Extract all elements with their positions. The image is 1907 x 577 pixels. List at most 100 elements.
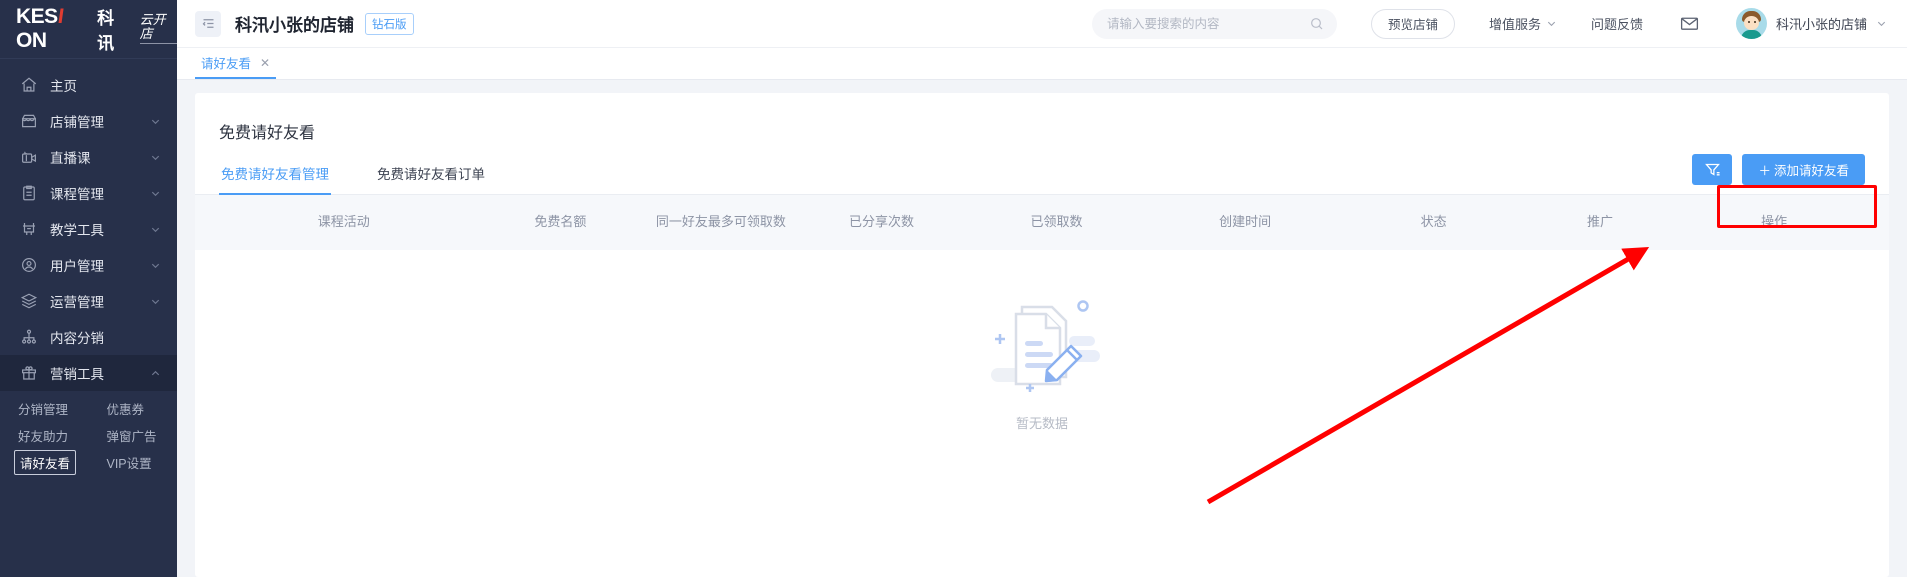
sidebar-item-teaching-tools[interactable]: 教学工具 bbox=[0, 211, 177, 247]
column-header-promotion[interactable]: 推广 bbox=[1517, 213, 1683, 232]
sidebar-item-label: 运营管理 bbox=[50, 295, 104, 310]
add-button-prefix: ＋ bbox=[1758, 164, 1771, 178]
user-menu[interactable]: 科汛小张的店铺 bbox=[1735, 8, 1887, 39]
sidebar-item-label: 主页 bbox=[50, 79, 77, 94]
app-root: KESION 科讯 云开店 主页 店铺管理 直播课 课程管理 教学工具 用户管理… bbox=[0, 0, 1907, 577]
search-icon[interactable] bbox=[1309, 16, 1325, 32]
column-header-free-quota[interactable]: 免费名额 bbox=[469, 213, 653, 232]
add-button-label: 添加请好友看 bbox=[1773, 164, 1849, 178]
content-area: 免费请好友看 免费请好友看管理 免费请好友看订单 ＋添加请好友看 课程活动 免费… bbox=[177, 80, 1907, 577]
column-header-operation[interactable]: 操作 bbox=[1683, 213, 1865, 232]
chevron-down-icon bbox=[149, 223, 161, 235]
sidebar-subitem-distribution-management[interactable]: 分销管理 bbox=[0, 395, 89, 422]
empty-state: 暂无数据 bbox=[195, 280, 1889, 432]
mail-icon[interactable] bbox=[1679, 13, 1700, 34]
feedback-label: 问题反馈 bbox=[1590, 17, 1643, 32]
page-tab-invite-friend-view[interactable]: 请好友看 ✕ bbox=[195, 48, 277, 79]
column-header-max-claim-per-friend[interactable]: 同一好友最多可领取数 bbox=[652, 213, 789, 232]
sidebar-item-marketing-tools[interactable]: 营销工具 bbox=[0, 355, 177, 391]
sidebar-item-user-management[interactable]: 用户管理 bbox=[0, 247, 177, 283]
sidebar-item-label: 直播课 bbox=[50, 151, 91, 166]
avatar bbox=[1735, 8, 1767, 39]
column-header-shared-count[interactable]: 已分享次数 bbox=[790, 213, 974, 232]
chevron-down-icon bbox=[1876, 18, 1887, 29]
column-header-status[interactable]: 状态 bbox=[1351, 213, 1517, 232]
value-added-service-menu[interactable]: 增值服务 bbox=[1489, 14, 1557, 33]
card-title: 免费请好友看 bbox=[219, 125, 316, 142]
column-header-course-activity[interactable]: 课程活动 bbox=[219, 213, 469, 232]
clipboard-icon bbox=[20, 184, 38, 202]
chevron-down-icon bbox=[149, 295, 161, 307]
sidebar-item-label: 教学工具 bbox=[50, 223, 104, 238]
tab-actions: ＋添加请好友看 bbox=[1692, 154, 1865, 185]
tab-manage[interactable]: 免费请好友看管理 bbox=[219, 163, 331, 195]
brand-logo-script: 云开店 bbox=[139, 13, 177, 45]
sidebar-item-label: 店铺管理 bbox=[50, 115, 104, 130]
chevron-down-icon bbox=[1546, 18, 1557, 29]
empty-state-text: 暂无数据 bbox=[1015, 416, 1068, 431]
sidebar-subitem-label: 弹窗广告 bbox=[106, 430, 157, 444]
brand-logo-cn: 科讯 bbox=[97, 9, 115, 53]
store-icon bbox=[20, 112, 38, 130]
column-header-claimed-count[interactable]: 已领取数 bbox=[973, 213, 1139, 232]
sidebar-subitem-vip-settings[interactable]: VIP设置 bbox=[89, 449, 178, 476]
live-video-icon bbox=[20, 148, 38, 166]
sidebar-item-home[interactable]: 主页 bbox=[0, 67, 177, 103]
main-column: 科汛小张的店铺 钻石版 预览店铺 增值服务 问题反馈 bbox=[177, 0, 1907, 577]
chevron-up-icon bbox=[149, 367, 161, 379]
feedback-link[interactable]: 问题反馈 bbox=[1591, 14, 1643, 33]
brand-logo[interactable]: KESION 科讯 云开店 bbox=[0, 0, 177, 59]
sidebar-subitem-label: 好友助力 bbox=[18, 430, 69, 444]
sidebar-subitem-label: 分销管理 bbox=[18, 403, 69, 417]
table-header: 课程活动 免费名额 同一好友最多可领取数 已分享次数 已领取数 创建时间 状态 … bbox=[195, 195, 1889, 250]
sidebar-subitem-popup-ad[interactable]: 弹窗广告 bbox=[89, 422, 178, 449]
topbar: 科汛小张的店铺 钻石版 预览店铺 增值服务 问题反馈 bbox=[177, 0, 1907, 48]
sidebar-item-live-class[interactable]: 直播课 bbox=[0, 139, 177, 175]
close-icon[interactable]: ✕ bbox=[260, 57, 270, 69]
sidebar-subitem-label: VIP设置 bbox=[106, 457, 152, 471]
chevron-down-icon bbox=[149, 115, 161, 127]
add-invite-friend-button[interactable]: ＋添加请好友看 bbox=[1742, 154, 1865, 185]
brand-logo-text: KESION bbox=[16, 5, 65, 52]
sidebar-subitem-label: 优惠券 bbox=[106, 403, 145, 417]
status-badge[interactable]: 钻石版 bbox=[365, 12, 414, 35]
search-box[interactable] bbox=[1091, 8, 1337, 39]
page-tab-strip: 请好友看 ✕ bbox=[177, 48, 1907, 80]
sidebar-nav: 主页 店铺管理 直播课 课程管理 教学工具 用户管理 运营管理 内容分销 营销工… bbox=[0, 59, 177, 482]
sidebar: KESION 科讯 云开店 主页 店铺管理 直播课 课程管理 教学工具 用户管理… bbox=[0, 0, 177, 577]
sidebar-subitem-invite-friend-view[interactable]: 请好友看 bbox=[0, 449, 89, 476]
user-name-label: 科汛小张的店铺 bbox=[1775, 17, 1867, 32]
content-card: 免费请好友看 免费请好友看管理 免费请好友看订单 ＋添加请好友看 课程活动 免费… bbox=[195, 93, 1889, 577]
gift-icon bbox=[20, 364, 38, 382]
page-title: 科汛小张的店铺 bbox=[235, 16, 354, 35]
preview-shop-button[interactable]: 预览店铺 bbox=[1370, 8, 1455, 39]
sidebar-subitem-friend-assist[interactable]: 好友助力 bbox=[0, 422, 89, 449]
content-tabs: 免费请好友看管理 免费请好友看订单 ＋添加请好友看 bbox=[195, 154, 1889, 195]
table-body: 暂无数据 bbox=[195, 250, 1889, 450]
column-header-create-time[interactable]: 创建时间 bbox=[1140, 213, 1351, 232]
sidebar-item-content-distribution[interactable]: 内容分销 bbox=[0, 319, 177, 355]
chevron-down-icon bbox=[149, 259, 161, 271]
chevron-down-icon bbox=[149, 151, 161, 163]
page-tab-label: 请好友看 bbox=[201, 57, 252, 71]
sidebar-item-label: 用户管理 bbox=[50, 259, 104, 274]
filter-icon[interactable] bbox=[1692, 154, 1733, 185]
layers-icon bbox=[20, 292, 38, 310]
value-added-service-label: 增值服务 bbox=[1488, 17, 1541, 32]
sidebar-item-label: 课程管理 bbox=[50, 187, 104, 202]
sidebar-item-operations-management[interactable]: 运营管理 bbox=[0, 283, 177, 319]
tab-orders[interactable]: 免费请好友看订单 bbox=[375, 163, 487, 194]
sidebar-item-course-management[interactable]: 课程管理 bbox=[0, 175, 177, 211]
home-icon bbox=[20, 76, 38, 94]
chevron-down-icon bbox=[149, 187, 161, 199]
sidebar-submenu-marketing: 分销管理 优惠券 好友助力 弹窗广告 请好友看 VIP设置 bbox=[0, 391, 177, 482]
sidebar-item-store-management[interactable]: 店铺管理 bbox=[0, 103, 177, 139]
menu-collapse-icon[interactable] bbox=[195, 10, 221, 37]
tools-icon bbox=[20, 220, 38, 238]
sidebar-subitem-label: 请好友看 bbox=[14, 450, 77, 475]
search-input[interactable] bbox=[1106, 16, 1309, 31]
sidebar-item-label: 内容分销 bbox=[50, 331, 104, 346]
empty-document-pencil-icon bbox=[978, 280, 1106, 403]
sidebar-subitem-coupon[interactable]: 优惠券 bbox=[89, 395, 178, 422]
user-circle-icon bbox=[20, 256, 38, 274]
